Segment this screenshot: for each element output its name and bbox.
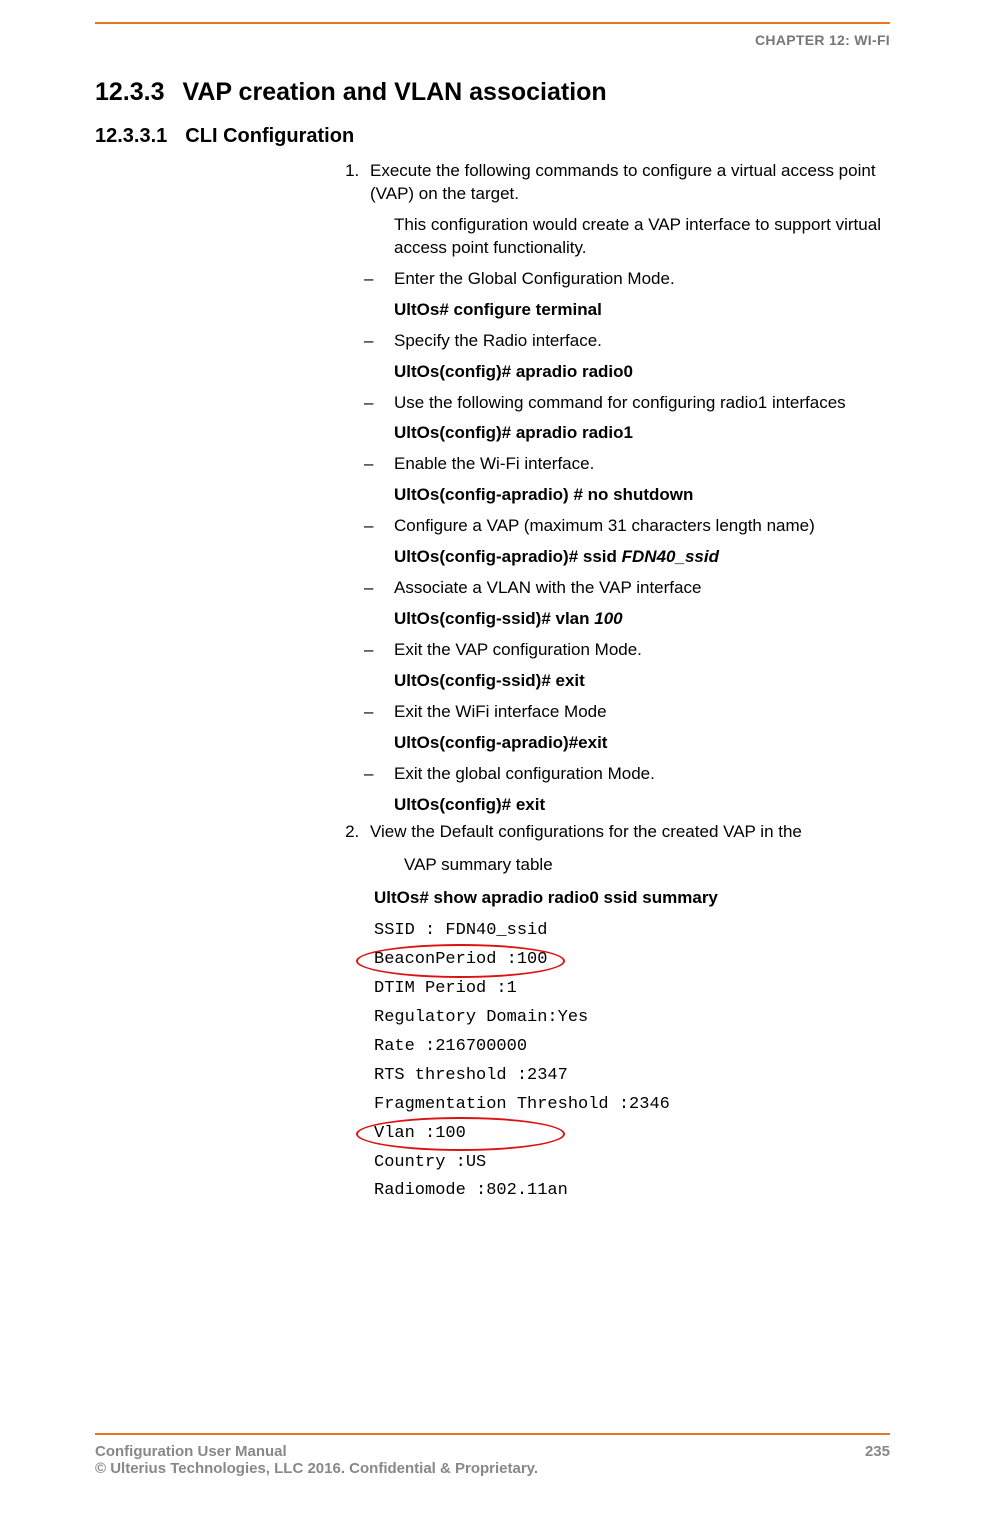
substep: Associate a VLAN with the VAP interface (364, 577, 890, 600)
content-column: Execute the following commands to config… (330, 160, 890, 1206)
subsection-heading: 12.3.3.1 CLI Configuration (95, 125, 890, 148)
cmd-prefix: UltOs(config-ssid)# vlan (394, 609, 594, 628)
cli-output: SSID : FDN40_ssid BeaconPeriod :100 DTIM… (374, 917, 890, 1206)
step-1-note: This configuration would create a VAP in… (394, 214, 890, 260)
step-1-text: Execute the following commands to config… (364, 160, 890, 206)
substep-text: Exit the global configuration Mode. (394, 764, 655, 783)
step-1-substeps: Enter the Global Configuration Mode. (364, 268, 890, 291)
substep-text: Associate a VLAN with the VAP interface (394, 578, 701, 597)
running-header: CHAPTER 12: WI-FI (95, 32, 890, 48)
footer-row: Configuration User Manual © Ulterius Tec… (95, 1443, 890, 1477)
cmd-arg: 100 (594, 609, 622, 628)
substep: Enable the Wi-Fi interface. (364, 453, 890, 476)
output-line: Fragmentation Threshold :2346 (374, 1091, 890, 1120)
step-1-substeps: Use the following command for configurin… (364, 392, 890, 415)
output-line: Regulatory Domain:Yes (374, 1004, 890, 1033)
cli-command: UltOs(config)# apradio radio1 (394, 422, 890, 445)
output-line: Radiomode :802.11an (374, 1177, 890, 1206)
step-1-substeps: Specify the Radio interface. (364, 330, 890, 353)
cmd-prefix: UltOs(config-apradio)# ssid (394, 547, 622, 566)
substep: Specify the Radio interface. (364, 330, 890, 353)
step-1-substeps: Exit the VAP configuration Mode. (364, 639, 890, 662)
step-1: Execute the following commands to config… (364, 160, 890, 817)
substep: Use the following command for configurin… (364, 392, 890, 415)
output-line: Country :US (374, 1149, 890, 1178)
cli-command: UltOs# configure terminal (394, 299, 890, 322)
step-2-subtext: VAP summary table (404, 854, 890, 877)
substep: Exit the global configuration Mode. (364, 763, 890, 786)
cli-command: UltOs(config)# exit (394, 794, 890, 817)
footer-manual-title: Configuration User Manual (95, 1443, 538, 1460)
substep-text: Exit the WiFi interface Mode (394, 702, 607, 721)
step-2-text: View the Default configurations for the … (364, 821, 890, 844)
substep-text: Exit the VAP configuration Mode. (394, 640, 642, 659)
page-number: 235 (865, 1443, 890, 1477)
substep-text: Enter the Global Configuration Mode. (394, 269, 675, 288)
step-1-substeps: Enable the Wi-Fi interface. (364, 453, 890, 476)
step-list: Execute the following commands to config… (330, 160, 890, 1206)
footer-copyright: © Ulterius Technologies, LLC 2016. Confi… (95, 1460, 538, 1477)
substep: Configure a VAP (maximum 31 characters l… (364, 515, 890, 538)
cli-command: UltOs(config)# apradio radio0 (394, 361, 890, 384)
output-line: RTS threshold :2347 (374, 1062, 890, 1091)
footer-left: Configuration User Manual © Ulterius Tec… (95, 1443, 538, 1477)
substep-text: Use the following command for configurin… (394, 393, 846, 412)
cli-command: UltOs(config-ssid)# exit (394, 670, 890, 693)
step-1-substeps: Exit the global configuration Mode. (364, 763, 890, 786)
cmd-arg: FDN40_ssid (622, 547, 719, 566)
section-heading: 12.3.3 VAP creation and VLAN association (95, 78, 890, 107)
cli-command: UltOs(config-apradio)#exit (394, 732, 890, 755)
step-1-substeps: Configure a VAP (maximum 31 characters l… (364, 515, 890, 538)
output-line: DTIM Period :1 (374, 975, 890, 1004)
cli-command: UltOs(config-apradio)# ssid FDN40_ssid (394, 546, 890, 569)
substep: Exit the WiFi interface Mode (364, 701, 890, 724)
output-line: Vlan :100 (374, 1120, 890, 1149)
footer: Configuration User Manual © Ulterius Tec… (95, 1433, 890, 1477)
subsection-number: 12.3.3.1 (95, 125, 167, 148)
section-title: VAP creation and VLAN association (183, 78, 607, 106)
cli-command: UltOs(config-apradio) # no shutdown (394, 484, 890, 507)
subsection-title: CLI Configuration (185, 125, 354, 147)
step-1-substeps: Exit the WiFi interface Mode (364, 701, 890, 724)
section-number: 12.3.3 (95, 78, 165, 107)
substep-text: Configure a VAP (maximum 31 characters l… (394, 516, 815, 535)
substep: Enter the Global Configuration Mode. (364, 268, 890, 291)
step-1-substeps: Associate a VLAN with the VAP interface (364, 577, 890, 600)
cli-command: UltOs(config-ssid)# vlan 100 (394, 608, 890, 631)
page: CHAPTER 12: WI-FI 12.3.3 VAP creation and… (0, 22, 985, 1517)
bottom-rule (95, 1433, 890, 1435)
output-line: Rate :216700000 (374, 1033, 890, 1062)
output-line: SSID : FDN40_ssid (374, 917, 890, 946)
substep: Exit the VAP configuration Mode. (364, 639, 890, 662)
output-line: BeaconPeriod :100 (374, 946, 890, 975)
top-rule (95, 22, 890, 24)
substep-text: Specify the Radio interface. (394, 331, 602, 350)
cli-command: UltOs# show apradio radio0 ssid summary (374, 887, 890, 910)
step-2: View the Default configurations for the … (364, 821, 890, 1207)
substep-text: Enable the Wi-Fi interface. (394, 454, 594, 473)
